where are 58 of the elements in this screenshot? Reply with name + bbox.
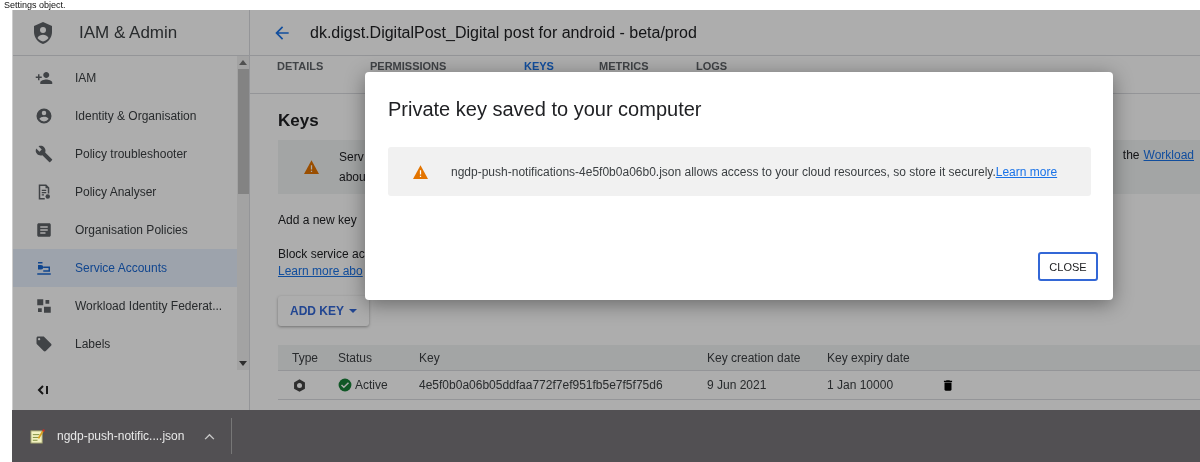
column-header: Key bbox=[419, 350, 441, 365]
app-title: IAM & Admin bbox=[79, 22, 178, 43]
block-text: Block service ac bbox=[278, 247, 365, 261]
column-header: Key expiry date bbox=[827, 350, 911, 365]
page-title: dk.digst.DigitalPost_Digital post for android - beta/prod bbox=[310, 23, 697, 42]
warning-icon bbox=[304, 160, 319, 174]
check-circle-icon bbox=[338, 378, 352, 392]
grid-icon bbox=[35, 297, 53, 315]
sidebar-item[interactable]: Identity & Organisation bbox=[13, 97, 237, 135]
column-header: Key creation date bbox=[707, 350, 802, 365]
notice-text: the bbox=[1122, 148, 1140, 162]
download-item[interactable]: ngdp-push-notific....json bbox=[12, 410, 185, 462]
tag-icon bbox=[35, 335, 53, 353]
section-heading: Keys bbox=[278, 111, 319, 131]
close-button[interactable]: CLOSE bbox=[1038, 252, 1098, 281]
scrollbar-thumb[interactable] bbox=[237, 69, 249, 194]
notice-text: abou bbox=[339, 169, 366, 186]
sidebar-item[interactable]: Policy troubleshooter bbox=[13, 135, 237, 173]
table-cell-text: 1 Jan 10000 bbox=[827, 378, 895, 392]
tab[interactable]: METRICS bbox=[599, 60, 696, 72]
table-cell-text: 9 Jun 2021 bbox=[707, 378, 768, 392]
wrench-icon bbox=[35, 145, 53, 163]
tab[interactable]: PERMISSIONS bbox=[370, 60, 524, 72]
learn-more-link[interactable]: Learn more abo bbox=[278, 264, 363, 278]
add-key-button[interactable]: ADD KEY bbox=[278, 296, 369, 326]
tab[interactable]: KEYS bbox=[524, 60, 599, 72]
learn-more-link[interactable]: Learn more bbox=[995, 164, 1058, 179]
sidebar-item[interactable]: Service Accounts bbox=[13, 249, 237, 287]
column-header: Status bbox=[338, 350, 374, 365]
scroll-down-icon[interactable] bbox=[239, 361, 247, 366]
tab[interactable]: LOGS bbox=[696, 60, 728, 72]
gear-icon bbox=[292, 377, 307, 393]
add-key-text: Add a new key bbox=[278, 213, 357, 227]
list-icon bbox=[35, 221, 53, 239]
sidebar-item[interactable]: Workload Identity Federat... bbox=[13, 287, 237, 325]
tab[interactable]: DETAILS bbox=[277, 60, 370, 72]
caret-icon bbox=[349, 309, 357, 313]
scroll-up-icon[interactable] bbox=[239, 60, 247, 65]
scrollbar[interactable] bbox=[237, 56, 249, 370]
dialog-title: Private key saved to your computer bbox=[388, 98, 703, 121]
sidebar-item[interactable]: Organisation Policies bbox=[13, 211, 237, 249]
key-card-icon bbox=[35, 259, 53, 277]
status-text: Active bbox=[355, 378, 388, 392]
workload-identity-link[interactable]: Workload bbox=[1143, 148, 1194, 162]
delete-icon[interactable] bbox=[941, 377, 955, 393]
table-cell-text: 4e5f0b0a06b05ddfaa772f7ef951fb5e7f5f75d6 bbox=[419, 378, 664, 392]
warning-icon bbox=[413, 164, 428, 179]
add-person-icon bbox=[35, 69, 53, 87]
column-header: Type bbox=[291, 350, 319, 365]
chevron-up-icon[interactable] bbox=[204, 432, 216, 440]
sidebar-item[interactable]: Policy Analyser bbox=[13, 173, 237, 211]
page-caption: Settings object. bbox=[4, 0, 66, 10]
file-icon bbox=[30, 428, 45, 444]
alert-message: ngdp-push-notifications-4e5f0b0a06b0.json allows access to your cloud resources, so store it securely.Learn more bbox=[451, 164, 1058, 179]
collapse-icon[interactable] bbox=[37, 384, 49, 396]
sidebar-item[interactable]: Labels bbox=[13, 325, 237, 363]
notice-text: Serv bbox=[339, 149, 365, 166]
sidebar-item[interactable]: IAM bbox=[13, 59, 237, 97]
